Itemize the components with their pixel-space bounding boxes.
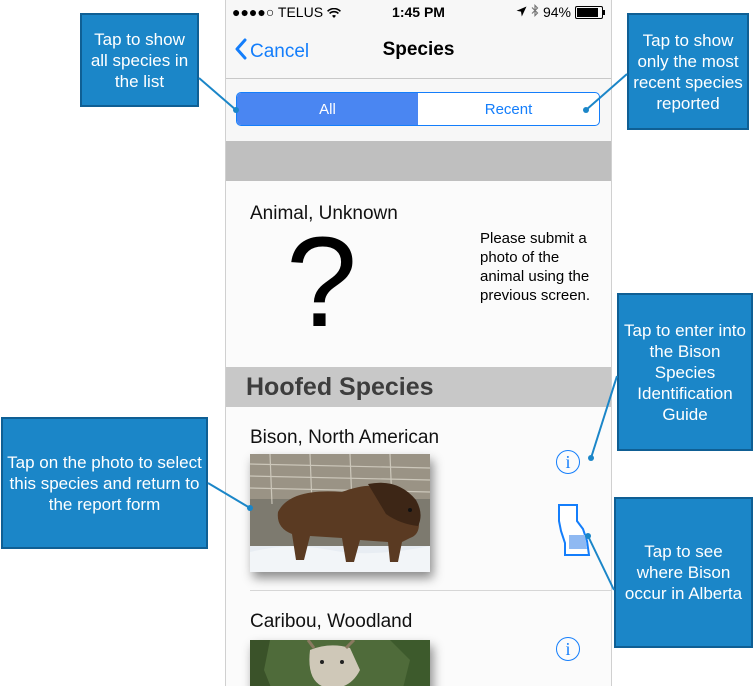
section-header-hoofed: Hoofed Species: [226, 367, 611, 407]
caribou-info-button[interactable]: i: [556, 637, 580, 661]
bison-photo[interactable]: [250, 454, 430, 572]
unknown-note: Please submit a photo of the animal usin…: [480, 230, 591, 304]
filter-segmented-control: All Recent: [236, 92, 600, 126]
empty-section-header: [226, 141, 611, 181]
info-icon: i: [565, 638, 571, 659]
bison-info-button[interactable]: i: [556, 450, 580, 474]
caribou-photo[interactable]: [250, 640, 430, 686]
segment-all[interactable]: All: [237, 93, 418, 125]
question-mark-icon: ?: [286, 211, 358, 354]
species-name: Bison, North American: [250, 427, 440, 448]
alberta-map-icon: [555, 504, 591, 561]
status-right: 94%: [516, 4, 605, 20]
segment-recent[interactable]: Recent: [418, 93, 599, 125]
navigation-bar: Cancel Species: [226, 24, 611, 79]
callout-all: Tap to show all species in the list: [80, 13, 199, 107]
phone-screen: ●●●●○ TELUS 1:45 PM 94% Cancel Species A…: [225, 0, 612, 686]
info-icon: i: [565, 451, 571, 472]
callout-map: Tap to see where Bison occur in Alberta: [614, 497, 753, 648]
page-title: Species: [382, 39, 455, 60]
status-bar: ●●●●○ TELUS 1:45 PM 94%: [226, 0, 611, 24]
species-name: Caribou, Woodland: [250, 611, 413, 632]
battery-percent: 94%: [542, 4, 571, 20]
list-item-unknown[interactable]: Animal, Unknown ? Please submit a photo …: [226, 181, 611, 391]
list-item-bison: Bison, North American i: [226, 407, 611, 591]
list-item-caribou: Caribou, Woodland i: [226, 591, 611, 686]
location-arrow-icon: [516, 4, 527, 20]
callout-photo: Tap on the photo to select this species …: [1, 417, 208, 549]
callout-info: Tap to enter into the Bison Species Iden…: [617, 293, 753, 451]
battery-icon: [575, 5, 605, 19]
filter-bar: All Recent: [226, 79, 611, 139]
callout-recent: Tap to show only the most recent species…: [627, 13, 749, 130]
bluetooth-icon: [531, 4, 539, 20]
bison-range-map-button[interactable]: [555, 503, 591, 562]
